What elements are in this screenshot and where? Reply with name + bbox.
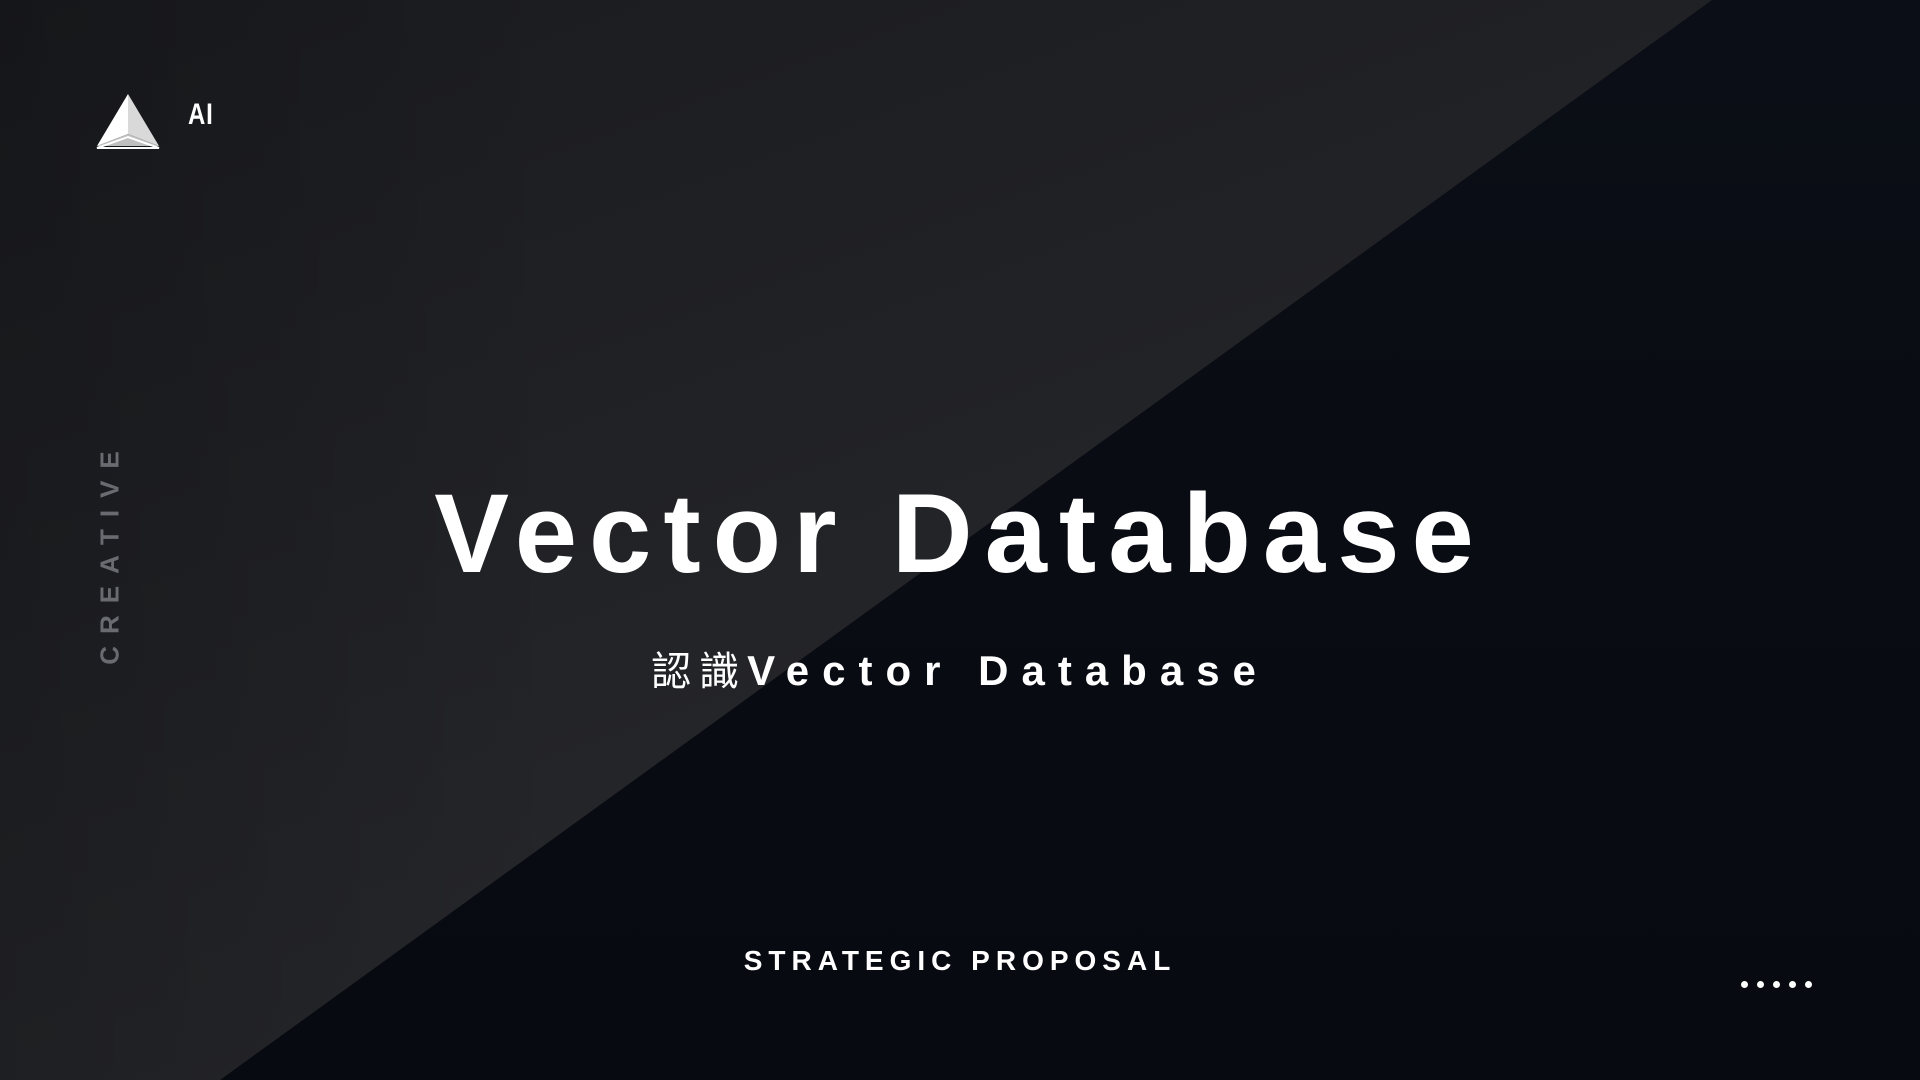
pagination-dots xyxy=(1741,981,1812,988)
pagination-dot xyxy=(1773,981,1780,988)
subtitle: 認識Vector Database xyxy=(0,647,1920,695)
pagination-dot xyxy=(1757,981,1764,988)
triangle-prism-icon xyxy=(96,94,160,149)
pagination-dot xyxy=(1789,981,1796,988)
title-slide: AI CREATIVE Vector Database 認識Vector Dat… xyxy=(0,0,1920,1080)
page-title: Vector Database xyxy=(434,471,1486,596)
logo-text: AI xyxy=(188,98,214,131)
pagination-dot xyxy=(1805,981,1812,988)
footer-label: STRATEGIC PROPOSAL xyxy=(743,945,1177,976)
pagination-dot xyxy=(1741,981,1748,988)
subtitle-english: Vector Database xyxy=(747,647,1269,694)
subtitle-chinese: 認識 xyxy=(651,649,748,695)
